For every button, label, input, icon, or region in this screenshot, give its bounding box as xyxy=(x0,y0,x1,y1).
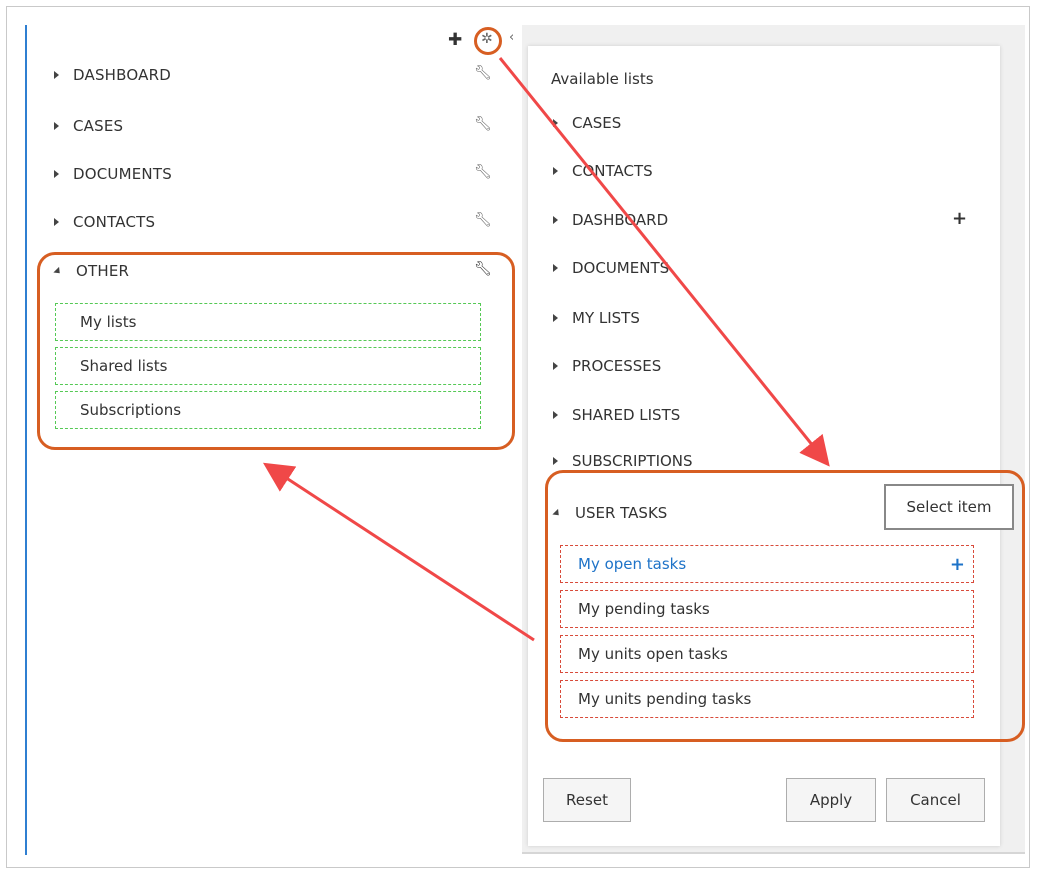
add-icon[interactable]: ✚ xyxy=(448,30,462,50)
other-section-highlight xyxy=(37,252,515,450)
nav-item-label: DOCUMENTS xyxy=(73,165,172,183)
available-list-label: MY LISTS xyxy=(572,309,640,327)
expand-arrow-icon xyxy=(553,216,558,224)
wrench-icon[interactable]: 🔧︎ xyxy=(474,116,492,132)
nav-item-documents[interactable]: DOCUMENTS xyxy=(54,161,172,187)
apply-button[interactable]: Apply xyxy=(786,778,876,822)
expand-arrow-icon xyxy=(553,264,558,272)
available-list-shared-lists[interactable]: SHARED LISTS xyxy=(553,402,680,428)
nav-item-cases[interactable]: CASES xyxy=(54,113,123,139)
dialog-title: Available lists xyxy=(551,70,654,88)
expand-arrow-icon xyxy=(553,457,558,465)
expand-arrow-icon xyxy=(553,411,558,419)
expand-arrow-icon xyxy=(54,122,59,130)
available-list-label: SHARED LISTS xyxy=(572,406,681,424)
expand-arrow-icon xyxy=(54,218,59,226)
available-list-my-lists[interactable]: MY LISTS xyxy=(553,305,640,331)
reset-button[interactable]: Reset xyxy=(543,778,631,822)
user-tasks-highlight xyxy=(545,470,1025,742)
nav-item-dashboard[interactable]: DASHBOARD xyxy=(54,62,171,88)
wrench-icon[interactable]: 🔧︎ xyxy=(474,164,492,180)
cancel-button[interactable]: Cancel xyxy=(886,778,985,822)
nav-item-label: CONTACTS xyxy=(73,213,156,231)
available-list-label: CONTACTS xyxy=(572,162,653,180)
expand-arrow-icon xyxy=(553,119,558,127)
nav-item-contacts[interactable]: CONTACTS xyxy=(54,209,155,235)
available-list-label: SUBSCRIPTIONS xyxy=(572,452,693,470)
available-list-cases[interactable]: CASES xyxy=(553,110,621,136)
available-list-documents[interactable]: DOCUMENTS xyxy=(553,255,669,281)
gear-highlight-circle xyxy=(474,27,502,55)
expand-arrow-icon xyxy=(553,362,558,370)
wrench-icon[interactable]: 🔧︎ xyxy=(474,65,492,81)
available-list-contacts[interactable]: CONTACTS xyxy=(553,158,653,184)
expand-arrow-icon xyxy=(553,167,558,175)
add-plus-icon[interactable]: + xyxy=(952,208,967,229)
nav-item-label: CASES xyxy=(73,117,124,135)
chevron-left-icon[interactable]: ‹ xyxy=(509,30,514,45)
available-list-label: PROCESSES xyxy=(572,357,662,375)
nav-item-label: DASHBOARD xyxy=(73,66,171,84)
expand-arrow-icon xyxy=(553,314,558,322)
wrench-icon[interactable]: 🔧︎ xyxy=(474,212,492,228)
available-list-label: DASHBOARD xyxy=(572,211,669,229)
available-list-dashboard[interactable]: DASHBOARD xyxy=(553,207,668,233)
expand-arrow-icon xyxy=(54,71,59,79)
available-list-processes[interactable]: PROCESSES xyxy=(553,353,661,379)
available-list-label: DOCUMENTS xyxy=(572,259,670,277)
expand-arrow-icon xyxy=(54,170,59,178)
available-list-subscriptions[interactable]: SUBSCRIPTIONS xyxy=(553,452,693,470)
available-list-label: CASES xyxy=(572,114,622,132)
